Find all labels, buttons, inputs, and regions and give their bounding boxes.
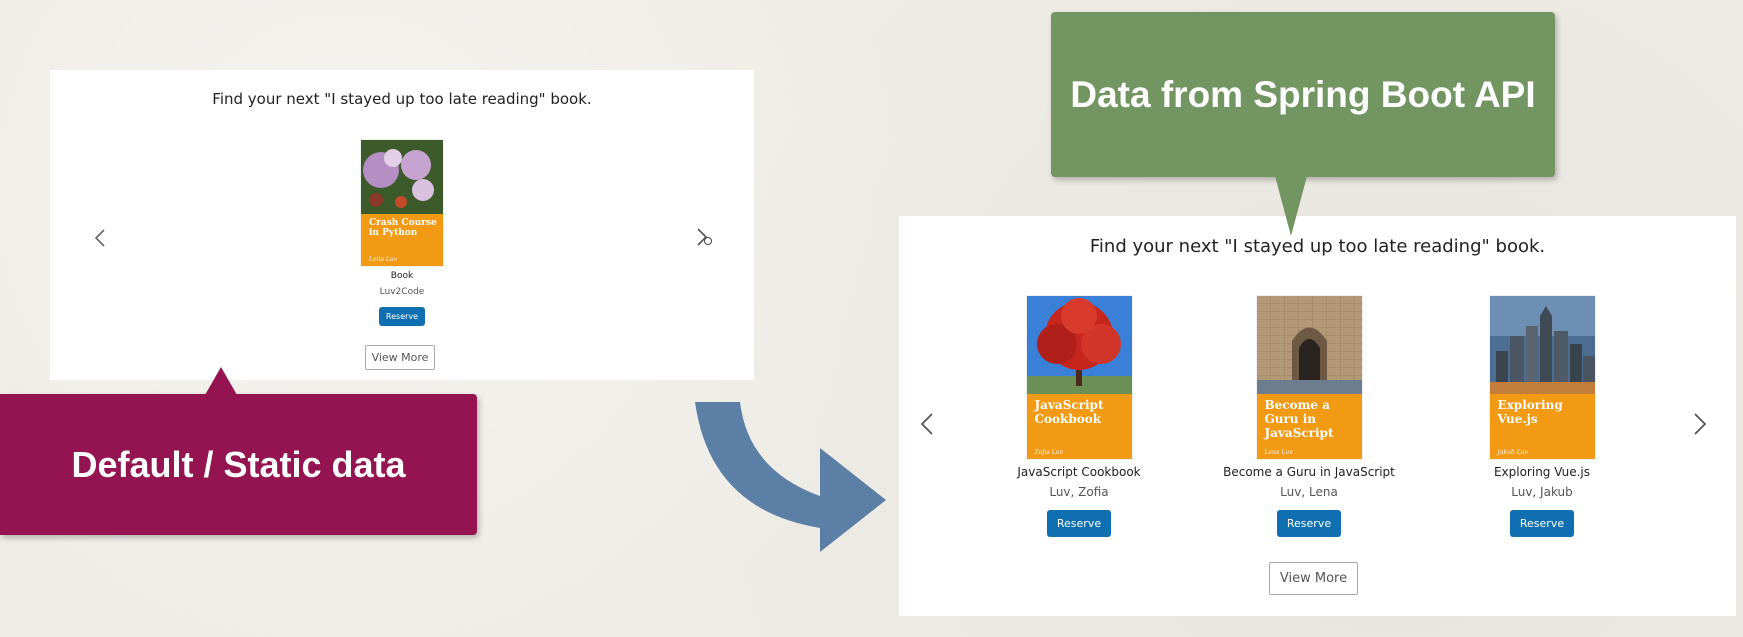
cover-title: Exploring Vue.js xyxy=(1497,398,1563,426)
cover-author: Jakub Luv xyxy=(1497,449,1528,456)
book-author: Luv, Zofia xyxy=(1049,485,1109,499)
cover-author: Zofia Luv xyxy=(1034,449,1064,456)
curved-arrow-icon xyxy=(695,402,886,552)
callout-label: Default / Static data xyxy=(71,443,406,485)
cover-title: JavaScript Cookbook xyxy=(1034,398,1104,426)
carousel-heading: Find your next "I stayed up too late rea… xyxy=(212,90,592,108)
cover-photo xyxy=(1026,296,1132,394)
api-data-callout: Data from Spring Boot API xyxy=(1051,12,1555,177)
book-cover-image[interactable]: Exploring Vue.js Jakub Luv xyxy=(1489,296,1595,459)
book-card: JavaScript Cookbook Zofia Luv JavaScript… xyxy=(999,296,1159,537)
cover-photo xyxy=(361,140,443,214)
reserve-button[interactable]: Reserve xyxy=(1046,510,1112,537)
chevron-right-icon xyxy=(697,228,712,246)
cover-photo xyxy=(1256,296,1362,394)
cover-title: Become a Guru in JavaScript xyxy=(1264,398,1334,440)
book-author: Luv2Code xyxy=(379,287,425,297)
view-more-button[interactable]: View More xyxy=(1269,562,1358,595)
static-carousel-panel: Find your next "I stayed up too late rea… xyxy=(50,70,754,380)
callout-label: Data from Spring Boot API xyxy=(1070,73,1536,115)
book-title: Become a Guru in JavaScript xyxy=(1223,465,1395,479)
book-title: Book xyxy=(390,271,414,281)
api-carousel-panel: Find your next "I stayed up too late rea… xyxy=(899,216,1736,616)
carousel-prev-button[interactable] xyxy=(915,406,939,442)
cover-photo xyxy=(1489,296,1595,394)
book-title: JavaScript Cookbook xyxy=(1017,465,1141,479)
callout-pointer xyxy=(205,367,237,395)
carousel-heading: Find your next "I stayed up too late rea… xyxy=(1089,236,1546,257)
book-cover-image[interactable]: Crash Course in Python Leila Luv xyxy=(361,140,443,266)
chevron-left-icon xyxy=(920,413,933,435)
reserve-button[interactable]: Reserve xyxy=(378,307,426,326)
book-cover-image[interactable]: Become a Guru in JavaScript Lena Luv xyxy=(1256,296,1362,459)
carousel-prev-button[interactable] xyxy=(88,220,112,256)
callout-pointer xyxy=(1275,176,1307,236)
carousel-next-button[interactable] xyxy=(1688,406,1712,442)
reserve-button[interactable]: Reserve xyxy=(1509,510,1575,537)
reserve-button[interactable]: Reserve xyxy=(1276,510,1342,537)
cover-title: Crash Course in Python xyxy=(369,218,437,239)
cover-author: Leila Luv xyxy=(369,256,398,263)
book-card: Exploring Vue.js Jakub Luv Exploring Vue… xyxy=(1462,296,1622,537)
chevron-left-icon xyxy=(94,229,105,247)
book-card: Crash Course in Python Leila Luv Book Lu… xyxy=(352,140,452,326)
book-author: Luv, Lena xyxy=(1280,485,1338,499)
view-more-button[interactable]: View More xyxy=(365,345,435,370)
book-cover-image[interactable]: JavaScript Cookbook Zofia Luv xyxy=(1026,296,1132,459)
static-data-callout: Default / Static data xyxy=(0,394,477,535)
book-author: Luv, Jakub xyxy=(1511,485,1573,499)
chevron-right-icon xyxy=(1694,413,1707,435)
carousel-next-button[interactable] xyxy=(692,220,716,256)
book-title: Exploring Vue.js xyxy=(1493,465,1591,479)
book-card: Become a Guru in JavaScript Lena Luv Bec… xyxy=(1219,296,1399,537)
cover-author: Lena Luv xyxy=(1264,449,1293,456)
